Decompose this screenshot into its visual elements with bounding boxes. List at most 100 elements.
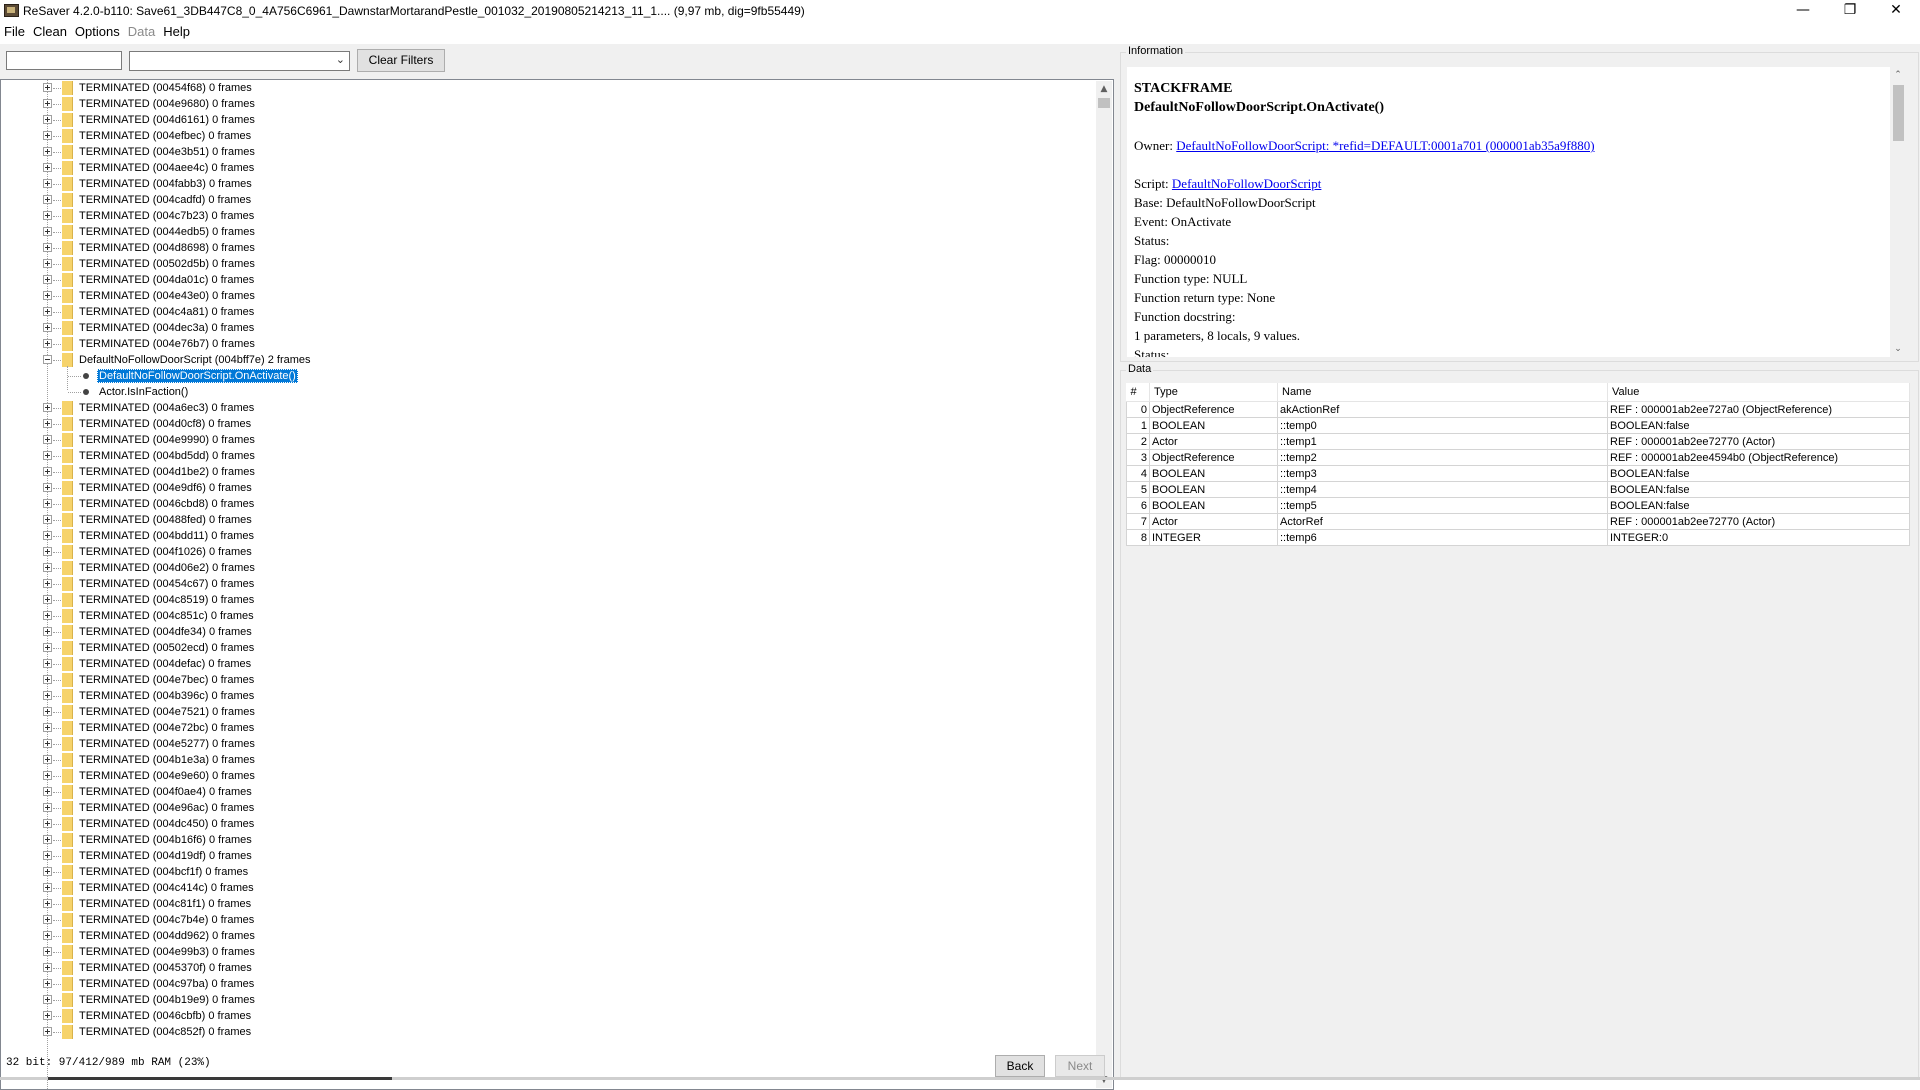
plus-box-icon[interactable]: [43, 931, 52, 940]
tree-node[interactable]: TERMINATED (004e7bec) 0 frames: [1, 672, 1091, 688]
tree-node[interactable]: TERMINATED (004e76b7) 0 frames: [1, 336, 1091, 352]
minus-box-icon[interactable]: [43, 355, 52, 364]
tree-node[interactable]: TERMINATED (004a6ec3) 0 frames: [1, 400, 1091, 416]
plus-box-icon[interactable]: [43, 1011, 52, 1020]
tree-node[interactable]: TERMINATED (004d0cf8) 0 frames: [1, 416, 1091, 432]
tree-node[interactable]: TERMINATED (004d06e2) 0 frames: [1, 560, 1091, 576]
plus-box-icon[interactable]: [43, 787, 52, 796]
plus-box-icon[interactable]: [43, 595, 52, 604]
tree-node[interactable]: TERMINATED (00454f68) 0 frames: [1, 80, 1091, 96]
menu-help[interactable]: Help: [159, 22, 194, 42]
tree-node[interactable]: TERMINATED (004c81f1) 0 frames: [1, 896, 1091, 912]
plus-box-icon[interactable]: [43, 899, 52, 908]
clear-filters-button[interactable]: Clear Filters: [357, 49, 445, 72]
tree-node[interactable]: TERMINATED (004e9e60) 0 frames: [1, 768, 1091, 784]
column-header-value[interactable]: Value: [1607, 383, 1910, 402]
tree-node[interactable]: TERMINATED (004f0ae4) 0 frames: [1, 784, 1091, 800]
tree-leaf[interactable]: DefaultNoFollowDoorScript.OnActivate(): [1, 368, 1091, 384]
plus-box-icon[interactable]: [43, 995, 52, 1004]
tree-node[interactable]: TERMINATED (004dd962) 0 frames: [1, 928, 1091, 944]
tree-node[interactable]: TERMINATED (004da01c) 0 frames: [1, 272, 1091, 288]
table-row[interactable]: 6 BOOLEAN::temp5 BOOLEAN:false: [1126, 497, 1910, 514]
tree-node[interactable]: TERMINATED (004d19df) 0 frames: [1, 848, 1091, 864]
tree-node[interactable]: TERMINATED (004dec3a) 0 frames: [1, 320, 1091, 336]
plus-box-icon[interactable]: [43, 259, 52, 268]
plus-box-icon[interactable]: [43, 819, 52, 828]
tree-node[interactable]: TERMINATED (00502ecd) 0 frames: [1, 640, 1091, 656]
info-vertical-scrollbar[interactable]: ⌃ ⌄: [1890, 67, 1907, 357]
plus-box-icon[interactable]: [43, 451, 52, 460]
tree-node[interactable]: TERMINATED (004d6161) 0 frames: [1, 112, 1091, 128]
menu-file[interactable]: File: [0, 22, 29, 42]
plus-box-icon[interactable]: [43, 275, 52, 284]
tree-node[interactable]: TERMINATED (00502d5b) 0 frames: [1, 256, 1091, 272]
plus-box-icon[interactable]: [43, 115, 52, 124]
table-row[interactable]: 1 BOOLEAN::temp0 BOOLEAN:false: [1126, 417, 1910, 434]
tree-node[interactable]: TERMINATED (004e9990) 0 frames: [1, 432, 1091, 448]
table-row[interactable]: 8 INTEGER::temp6 INTEGER:0: [1126, 529, 1910, 546]
plus-box-icon[interactable]: [43, 531, 52, 540]
column-header-name[interactable]: Name: [1277, 383, 1608, 402]
plus-box-icon[interactable]: [43, 483, 52, 492]
thread-tree[interactable]: ▲ ▼ TERMINATED (00454f68) 0 frames TERMIN…: [0, 79, 1114, 1090]
tree-node[interactable]: TERMINATED (004e3b51) 0 frames: [1, 144, 1091, 160]
plus-box-icon[interactable]: [43, 499, 52, 508]
tree-node[interactable]: TERMINATED (004e99b3) 0 frames: [1, 944, 1091, 960]
minimize-button[interactable]: —: [1780, 0, 1826, 22]
plus-box-icon[interactable]: [43, 579, 52, 588]
tree-node[interactable]: TERMINATED (0046cbfb) 0 frames: [1, 1008, 1091, 1024]
tree-node[interactable]: TERMINATED (00488fed) 0 frames: [1, 512, 1091, 528]
tree-node[interactable]: TERMINATED (004e5277) 0 frames: [1, 736, 1091, 752]
plus-box-icon[interactable]: [43, 467, 52, 476]
tree-node[interactable]: TERMINATED (004dfe34) 0 frames: [1, 624, 1091, 640]
plus-box-icon[interactable]: [43, 179, 52, 188]
tree-vertical-scrollbar[interactable]: ▲ ▼: [1096, 81, 1112, 1088]
plus-box-icon[interactable]: [43, 675, 52, 684]
plus-box-icon[interactable]: [43, 307, 52, 316]
back-button[interactable]: Back: [995, 1055, 1045, 1077]
tree-node[interactable]: TERMINATED (004e43e0) 0 frames: [1, 288, 1091, 304]
tree-node[interactable]: TERMINATED (004bcf1f) 0 frames: [1, 864, 1091, 880]
table-row[interactable]: 5 BOOLEAN::temp4 BOOLEAN:false: [1126, 481, 1910, 498]
plus-box-icon[interactable]: [43, 611, 52, 620]
menu-options[interactable]: Options: [71, 22, 124, 42]
filter-text-input[interactable]: [6, 51, 122, 70]
tree-node[interactable]: TERMINATED (004dc450) 0 frames: [1, 816, 1091, 832]
close-button[interactable]: ✕: [1873, 0, 1919, 22]
tree-node[interactable]: TERMINATED (004c7b23) 0 frames: [1, 208, 1091, 224]
plus-box-icon[interactable]: [43, 323, 52, 332]
next-button[interactable]: Next: [1055, 1055, 1105, 1077]
tree-node[interactable]: TERMINATED (004c97ba) 0 frames: [1, 976, 1091, 992]
table-row[interactable]: 3 ObjectReference::temp2 REF : 000001ab2ee…: [1126, 449, 1910, 466]
plus-box-icon[interactable]: [43, 835, 52, 844]
table-row[interactable]: 0 ObjectReference akActionRef REF : 000001a…: [1126, 401, 1910, 418]
table-row[interactable]: 2 Actor::temp1 REF : 000001ab2ee72770 (Act…: [1126, 433, 1910, 450]
plus-box-icon[interactable]: [43, 691, 52, 700]
column-header-index[interactable]: #: [1126, 383, 1150, 402]
tree-node[interactable]: TERMINATED (004e72bc) 0 frames: [1, 720, 1091, 736]
tree-node[interactable]: TERMINATED (004c4a81) 0 frames: [1, 304, 1091, 320]
plus-box-icon[interactable]: [43, 515, 52, 524]
plus-box-icon[interactable]: [43, 419, 52, 428]
plus-box-icon[interactable]: [43, 755, 52, 764]
plus-box-icon[interactable]: [43, 883, 52, 892]
plus-box-icon[interactable]: [43, 131, 52, 140]
tree-node[interactable]: TERMINATED (00454c67) 0 frames: [1, 576, 1091, 592]
plus-box-icon[interactable]: [43, 291, 52, 300]
plus-box-icon[interactable]: [43, 707, 52, 716]
tree-node[interactable]: TERMINATED (004c852f) 0 frames: [1, 1024, 1091, 1040]
tree-node[interactable]: TERMINATED (004b1e3a) 0 frames: [1, 752, 1091, 768]
plus-box-icon[interactable]: [43, 643, 52, 652]
plus-box-icon[interactable]: [43, 547, 52, 556]
plus-box-icon[interactable]: [43, 867, 52, 876]
scroll-up-arrow-icon[interactable]: ▲: [1096, 81, 1112, 97]
tree-node[interactable]: TERMINATED (004b16f6) 0 frames: [1, 832, 1091, 848]
tree-node[interactable]: TERMINATED (0046cbd8) 0 frames: [1, 496, 1091, 512]
menu-data[interactable]: Data: [124, 22, 159, 42]
plus-box-icon[interactable]: [43, 243, 52, 252]
tree-node[interactable]: TERMINATED (004fabb3) 0 frames: [1, 176, 1091, 192]
tree-node[interactable]: TERMINATED (0045370f) 0 frames: [1, 960, 1091, 976]
plus-box-icon[interactable]: [43, 227, 52, 236]
plus-box-icon[interactable]: [43, 947, 52, 956]
tree-node[interactable]: TERMINATED (004efbec) 0 frames: [1, 128, 1091, 144]
